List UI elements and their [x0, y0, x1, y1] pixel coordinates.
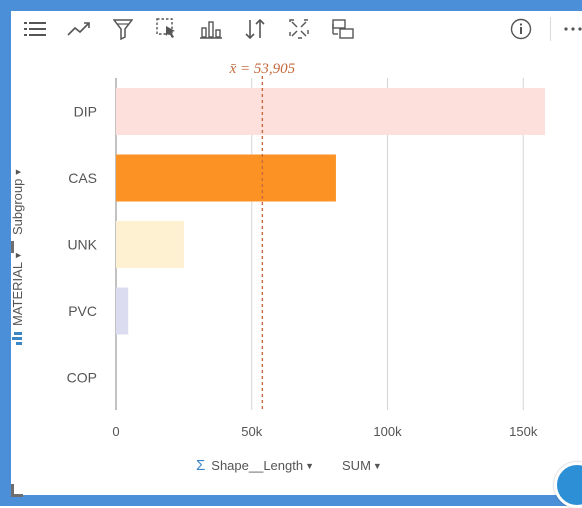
- bar-chart: DIP CAS UNK PVC COP 0 50k 100k 150k x̄ = 53,905: [67, 61, 545, 439]
- x-tick-label: 50k: [241, 424, 262, 439]
- category-labels: DIP CAS UNK PVC COP: [67, 104, 98, 386]
- x-field-label: Shape__Length: [211, 458, 304, 473]
- bar-pvc[interactable]: [116, 287, 129, 335]
- category-label: UNK: [67, 237, 97, 253]
- caret-down-icon: ▼: [12, 251, 23, 260]
- bar-unk[interactable]: [116, 221, 184, 268]
- y-field-group-label: MATERIAL: [10, 261, 25, 326]
- resize-handle-corner-v[interactable]: [11, 484, 14, 496]
- category-label: COP: [67, 370, 97, 386]
- bars: [116, 88, 545, 335]
- caret-down-icon: ▼: [305, 460, 315, 471]
- caret-down-icon: ▼: [12, 167, 23, 177]
- mean-label: x̄ = 53,905: [229, 61, 296, 77]
- x-field-dropdown[interactable]: Σ Shape__Length ▼: [196, 457, 314, 474]
- x-tick-labels: 0 50k 100k 150k: [112, 424, 537, 439]
- x-tick-label: 0: [112, 424, 119, 439]
- x-tick-label: 150k: [509, 424, 538, 439]
- aggregation-dropdown[interactable]: SUM ▼: [342, 458, 382, 473]
- category-label: CAS: [68, 170, 97, 186]
- y-field-dropdown[interactable]: Subgroup ▼: [10, 168, 25, 235]
- resize-handle-left[interactable]: [11, 241, 14, 253]
- x-tick-label: 100k: [373, 424, 402, 439]
- category-label: PVC: [68, 303, 97, 319]
- caret-down-icon: ▼: [372, 460, 382, 471]
- y-field-group-dropdown[interactable]: MATERIAL ▼: [10, 251, 25, 326]
- category-label: DIP: [74, 104, 97, 120]
- bar-chart-icon: [10, 332, 25, 345]
- sigma-icon: Σ: [196, 457, 206, 474]
- x-axis-label: Σ Shape__Length ▼ SUM ▼: [196, 457, 382, 474]
- bar-cas[interactable]: [116, 154, 336, 202]
- aggregation-label: SUM: [342, 458, 371, 473]
- bar-dip[interactable]: [116, 88, 545, 135]
- y-field-label: Subgroup: [10, 178, 25, 236]
- y-axis-label: MATERIAL ▼ Subgroup ▼: [10, 168, 25, 345]
